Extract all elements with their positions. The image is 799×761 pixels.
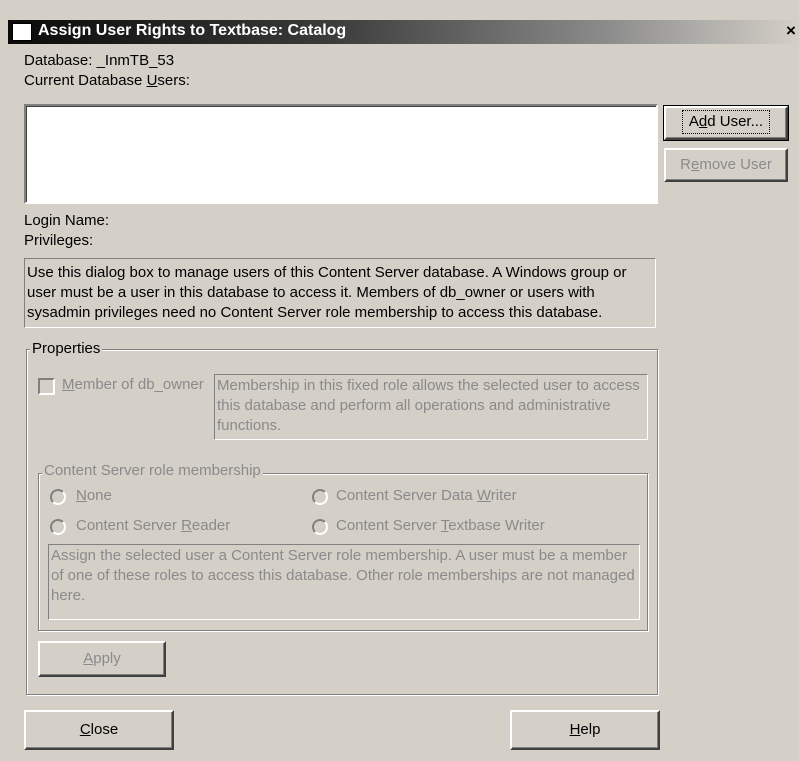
properties-legend: Properties: [30, 340, 103, 357]
title-bar[interactable]: Assign User Rights to Textbase: Catalog …: [8, 20, 799, 44]
radio-data-writer[interactable]: [312, 489, 328, 505]
role-membership-description: Assign the selected user a Content Serve…: [48, 544, 640, 620]
current-users-label: Current Database Users:: [24, 72, 190, 89]
app-icon: [12, 23, 32, 41]
radio-reader-label: Content Server Reader: [76, 517, 231, 534]
db-owner-description: Membership in this fixed role allows the…: [214, 374, 648, 440]
database-name: _InmTB_53: [96, 52, 175, 69]
info-text: Use this dialog box to manage users of t…: [24, 258, 656, 328]
close-button[interactable]: Close: [24, 710, 174, 750]
remove-user-button[interactable]: Remove User: [664, 148, 788, 182]
radio-none-label: None: [76, 487, 112, 504]
privileges-label: Privileges:: [24, 232, 94, 249]
apply-button[interactable]: Apply: [38, 641, 166, 677]
db-owner-checkbox[interactable]: [38, 378, 55, 395]
help-button[interactable]: Help: [510, 710, 660, 750]
radio-none[interactable]: [50, 489, 66, 505]
login-name-label: Login Name:: [24, 212, 110, 229]
role-membership-legend: Content Server role membership: [42, 462, 263, 479]
database-label: Database:: [24, 52, 93, 69]
radio-textbase-writer[interactable]: [312, 519, 328, 535]
radio-reader[interactable]: [50, 519, 66, 535]
window-title: Assign User Rights to Textbase: Catalog: [38, 22, 347, 39]
database-info: Database: _InmTB_53: [24, 52, 174, 69]
add-user-button[interactable]: Add User...: [663, 105, 789, 141]
radio-data-writer-label: Content Server Data Writer: [336, 487, 517, 504]
db-owner-label: Member of db_owner: [62, 376, 204, 393]
radio-textbase-writer-label: Content Server Textbase Writer: [336, 517, 545, 534]
close-icon[interactable]: ×: [784, 20, 798, 42]
users-listbox[interactable]: [24, 104, 658, 204]
